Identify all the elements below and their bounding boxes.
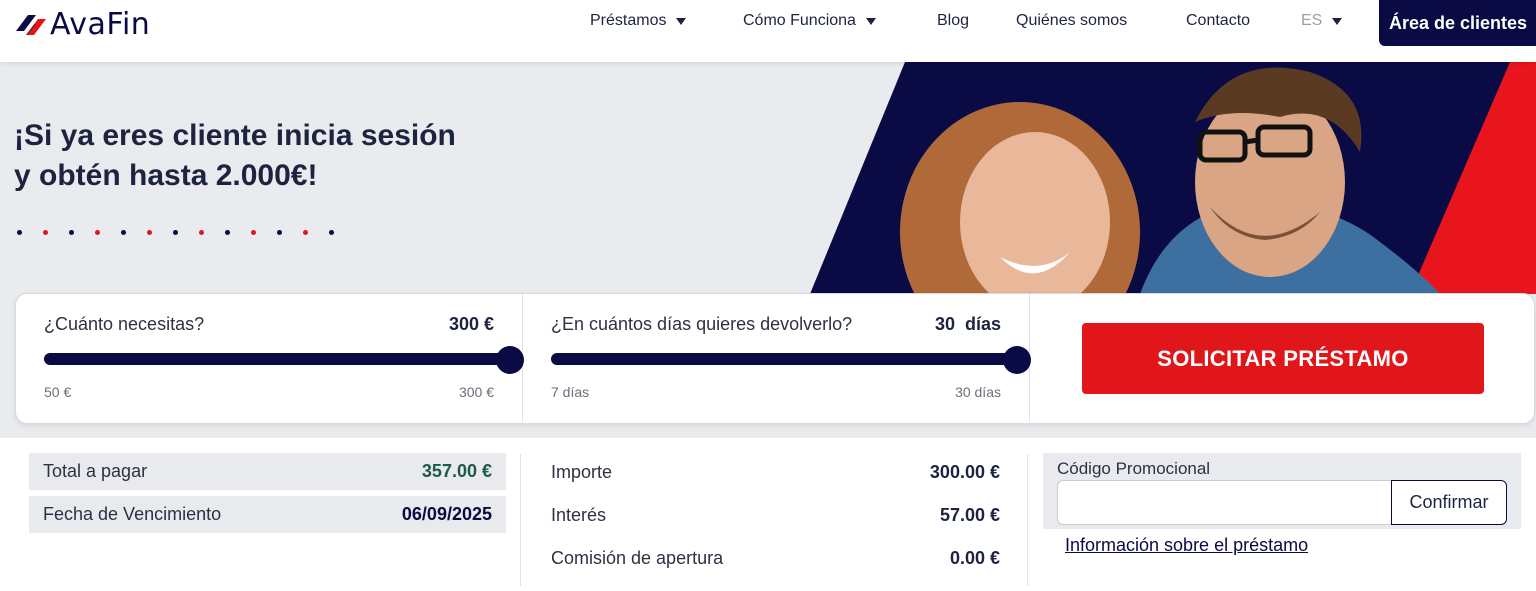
amount-column: ¿Cuánto necesitas? 300 € 50 € 300 € — [16, 294, 524, 425]
caret-down-icon — [865, 17, 876, 25]
days-value: 30 días — [934, 314, 1001, 334]
promo-code-label: Código Promocional — [1057, 459, 1211, 478]
nav-label: Quiénes somos — [1016, 12, 1128, 29]
nav-blog[interactable]: Blog — [937, 12, 969, 30]
amount-value: 300 € — [448, 314, 494, 334]
nav-como-funciona[interactable]: Cómo Funciona — [743, 12, 876, 30]
decorative-dot — [147, 230, 152, 235]
interes-value: 57.00 € — [939, 505, 1000, 525]
loan-summary: Total a pagar 357.00 € Fecha de Vencimie… — [0, 438, 1536, 591]
logo-mark-icon — [16, 15, 46, 35]
confirm-promo-button[interactable]: Confirmar — [1391, 480, 1507, 525]
due-date-value: 06/09/2025 — [401, 504, 492, 524]
interes-label: Interés — [551, 505, 607, 525]
amount-slider-handle[interactable] — [496, 346, 524, 374]
nav-quienes-somos[interactable]: Quiénes somos — [1016, 12, 1127, 30]
decorative-dot — [277, 230, 282, 235]
avafin-logo[interactable]: AvaFin — [14, 6, 150, 42]
site-header: AvaFin Préstamos Cómo Funciona Blog Quié… — [0, 0, 1536, 62]
days-slider-handle[interactable] — [1003, 346, 1031, 374]
language-selector[interactable]: ES — [1301, 12, 1343, 30]
comision-value: 0.00 € — [949, 548, 1000, 568]
days-max: 30 días — [955, 384, 1001, 400]
nav-label: Cómo Funciona — [743, 12, 856, 29]
amount-min: 50 € — [44, 384, 72, 400]
importe-value: 300.00 € — [929, 462, 1000, 482]
caret-down-icon — [1332, 17, 1343, 25]
importe-label: Importe — [551, 462, 613, 482]
decorative-dot — [329, 230, 334, 235]
loan-info-link[interactable]: Información sobre el préstamo — [1065, 535, 1308, 556]
decorative-dot — [251, 230, 256, 235]
logo-text: AvaFin — [50, 6, 151, 42]
comision-label: Comisión de apertura — [551, 548, 724, 568]
promo-code-input[interactable] — [1057, 480, 1391, 525]
comision-row: Comisión de apertura 0.00 € — [551, 548, 1000, 569]
hero-title: ¡Si ya eres cliente inicia sesión y obté… — [14, 116, 456, 196]
amount-slider-track[interactable] — [44, 353, 510, 365]
decorative-dot — [17, 230, 22, 235]
days-column: ¿En cuántos días quieres devolverlo? 30 … — [523, 294, 1031, 425]
amount-max: 300 € — [458, 384, 494, 400]
apply-loan-button[interactable]: SOLICITAR PRÉSTAMO — [1082, 323, 1484, 394]
language-label: ES — [1301, 12, 1323, 29]
nav-contacto[interactable]: Contacto — [1186, 12, 1250, 30]
decorative-dot — [95, 230, 100, 235]
promo-code-box: Código Promocional Confirmar — [1043, 453, 1521, 529]
days-question: ¿En cuántos días quieres devolverlo? — [551, 314, 853, 334]
decorative-dot — [69, 230, 74, 235]
hero-title-line: y obtén hasta 2.000€! — [14, 159, 318, 192]
decorative-dot — [173, 230, 178, 235]
loan-calculator: ¿Cuánto necesitas? 300 € 50 € 300 € ¿En … — [15, 293, 1535, 425]
loan-breakdown: Importe 300.00 € Interés 57.00 € Comisió… — [520, 454, 1028, 586]
decorative-dot — [199, 230, 204, 235]
client-area-button[interactable]: Área de clientes — [1379, 0, 1536, 46]
decorative-dot — [43, 230, 48, 235]
days-min: 7 días — [551, 384, 590, 400]
decorative-dot — [303, 230, 308, 235]
decorative-dot — [121, 230, 126, 235]
amount-question: ¿Cuánto necesitas? — [44, 314, 205, 334]
nav-label: Préstamos — [590, 12, 667, 29]
nav-label: Blog — [937, 12, 970, 29]
nav-label: Contacto — [1186, 12, 1251, 29]
due-date-row: Fecha de Vencimiento 06/09/2025 — [29, 496, 506, 533]
caret-down-icon — [676, 17, 687, 25]
total-label: Total a pagar — [43, 461, 148, 481]
days-slider-track[interactable] — [551, 353, 1017, 365]
total-value: 357.00 € — [421, 461, 492, 481]
hero-title-line: ¡Si ya eres cliente inicia sesión — [14, 119, 456, 152]
decorative-dots — [17, 230, 355, 235]
due-date-label: Fecha de Vencimiento — [43, 504, 222, 524]
total-row: Total a pagar 357.00 € — [29, 453, 506, 490]
nav-prestamos[interactable]: Préstamos — [590, 12, 687, 30]
decorative-dot — [225, 230, 230, 235]
interes-row: Interés 57.00 € — [551, 505, 1000, 526]
importe-row: Importe 300.00 € — [551, 462, 1000, 483]
